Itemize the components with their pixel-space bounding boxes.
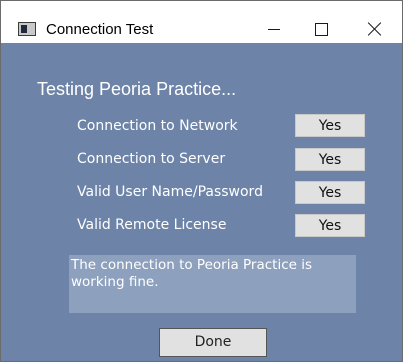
result-message: The connection to Peoria Practice is wor… [71,257,313,290]
check-label-credentials: Valid User Name/Password [77,184,263,200]
minimize-button[interactable] [252,15,296,43]
maximize-icon [314,22,328,36]
done-button[interactable]: Done [159,328,267,357]
maximize-button[interactable] [299,15,343,43]
test-heading: Testing Peoria Practice... [37,79,237,99]
title-bar[interactable]: Connection Test [1,1,402,43]
close-button[interactable] [353,15,397,43]
check-value-server: Yes [295,148,365,171]
minimize-icon [268,28,280,30]
window-title: Connection Test [46,21,154,38]
close-icon [368,22,382,36]
check-value-credentials: Yes [295,181,365,204]
result-message-box: The connection to Peoria Practice is wor… [69,255,356,313]
app-window-icon [18,22,36,36]
check-label-license: Valid Remote License [77,217,227,233]
connection-test-window: Connection Test Testing Peoria Practice.… [0,0,403,362]
check-label-network: Connection to Network [77,118,238,134]
check-value-license: Yes [295,214,365,237]
check-value-network: Yes [295,114,365,137]
check-label-server: Connection to Server [77,151,226,167]
